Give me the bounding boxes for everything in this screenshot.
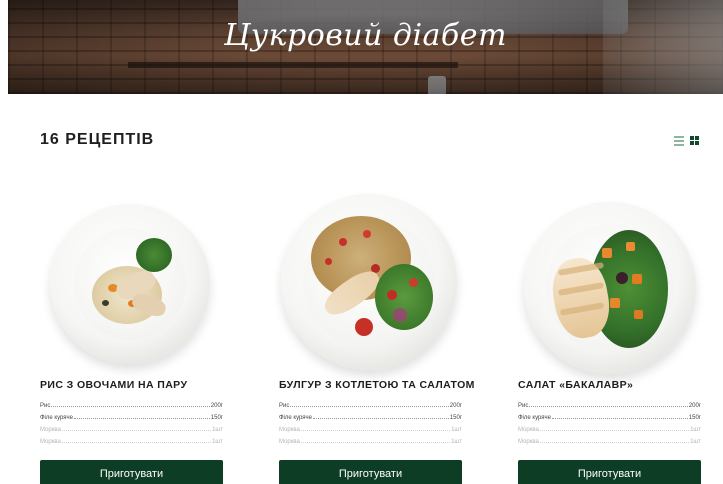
plate-image: [281, 194, 457, 370]
recipe-photo[interactable]: [279, 190, 462, 375]
ingredient-row: Морква 1шт: [40, 439, 223, 445]
ingredient-row: Морква 1шт: [518, 439, 701, 445]
recipe-photo[interactable]: [40, 190, 223, 375]
recipe-card[interactable]: САЛАТ «БАКАЛАВР» Рис 200г Філе куряче 150г…: [518, 190, 701, 445]
page-title: Цукровий діабет: [224, 18, 507, 53]
cook-button[interactable]: Приготувати: [279, 460, 462, 484]
ingredient-row: Рис 200г: [518, 403, 701, 409]
recipe-photo[interactable]: [518, 190, 701, 375]
plate-image: [50, 204, 210, 364]
ingredient-row: Філе куряче 150г: [279, 415, 462, 421]
plate-image: [524, 202, 696, 374]
cook-button[interactable]: Приготувати: [518, 460, 701, 484]
view-toggle: [674, 136, 700, 146]
ingredient-row: Морква 1шт: [279, 427, 462, 433]
ingredients-list: Рис 200г Філе куряче 150г Морква 1шт Морква…: [40, 397, 223, 445]
recipe-title[interactable]: РИС З ОВОЧАМИ НА ПАРУ: [40, 379, 223, 391]
ingredient-row: Рис 200г: [279, 403, 462, 409]
recipes-count-title: 16 РЕЦЕПТІВ: [40, 131, 155, 148]
ingredient-row: Філе куряче 150г: [518, 415, 701, 421]
recipe-title[interactable]: САЛАТ «БАКАЛАВР»: [518, 379, 701, 391]
recipe-card[interactable]: БУЛГУР З КОТЛЕТОЮ ТА САЛАТОМ Рис 200г Філ…: [279, 190, 474, 445]
recipe-card[interactable]: РИС З ОВОЧАМИ НА ПАРУ Рис 200г Філе куряч…: [40, 190, 223, 445]
cook-button[interactable]: Приготувати: [40, 460, 223, 484]
hero-banner: Цукровий діабет: [8, 0, 723, 94]
ingredient-row: Рис 200г: [40, 403, 223, 409]
ingredients-list: Рис 200г Філе куряче 150г Морква 1шт Морква…: [279, 397, 462, 445]
ingredient-row: Філе куряче 150г: [40, 415, 223, 421]
list-view-icon[interactable]: [674, 136, 684, 146]
ingredient-row: Морква 1шт: [40, 427, 223, 433]
ingredient-row: Морква 1шт: [518, 427, 701, 433]
ingredient-row: Морква 1шт: [279, 439, 462, 445]
ingredients-list: Рис 200г Філе куряче 150г Морква 1шт Морква…: [518, 397, 701, 445]
grid-view-icon[interactable]: [690, 136, 700, 146]
recipe-title[interactable]: БУЛГУР З КОТЛЕТОЮ ТА САЛАТОМ: [279, 379, 474, 391]
